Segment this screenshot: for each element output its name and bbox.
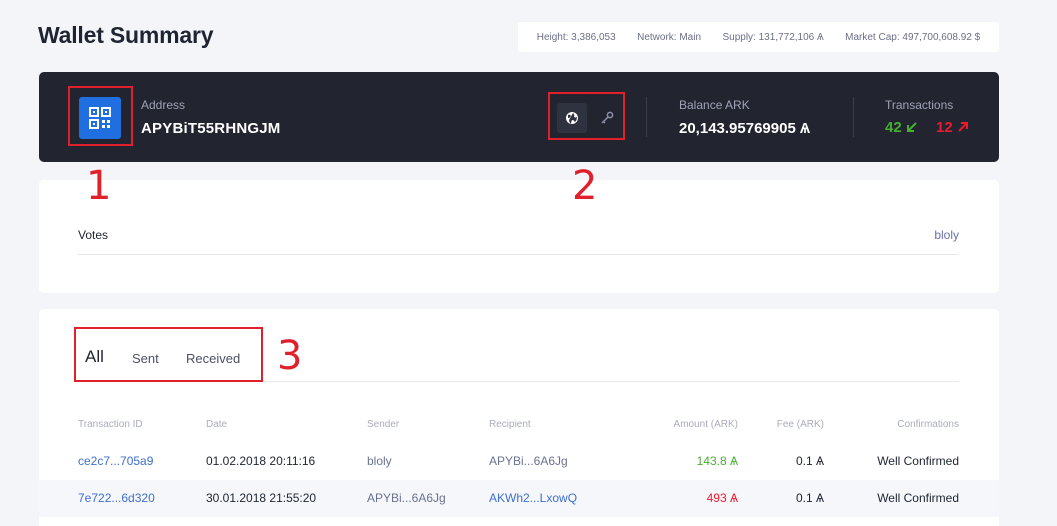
votes-card: Votes bloly [39, 180, 999, 293]
column-header-sender: Sender [367, 419, 400, 430]
column-header-recipient: Recipient [489, 419, 531, 430]
supply-stat: Supply: 131,772,106 Ѧ [722, 31, 824, 43]
divider [78, 254, 959, 255]
transaction-id-link[interactable]: 7e722...6d320 [78, 480, 155, 517]
wallet-summary-card: Address APYBiT55RHNGJM Balance ARK 20,14… [39, 72, 999, 162]
annotation-box-1 [68, 86, 133, 146]
network-stats-bar: Height: 3,386,053 Network: Main Supply: … [518, 22, 999, 52]
wallet-address: APYBiT55RHNGJM [141, 120, 281, 137]
recipient-address[interactable]: APYBi...6A6Jg [489, 443, 568, 480]
column-header-transaction-id: Transaction ID [78, 419, 143, 430]
transaction-date: 30.01.2018 21:55:20 [206, 491, 317, 505]
transaction-id-link[interactable]: ce2c7...705a9 [78, 443, 153, 480]
arrow-up-right-icon [958, 122, 968, 132]
annotation-number-2: 2 [572, 163, 598, 209]
column-header-confirmations: Confirmations [897, 419, 959, 430]
balance-label: Balance ARK [679, 98, 750, 112]
divider [853, 97, 854, 137]
address-label: Address [141, 98, 186, 112]
annotation-number-1: 1 [86, 163, 112, 209]
voted-delegate-link[interactable]: bloly [934, 228, 959, 242]
annotation-box-2 [548, 92, 625, 140]
column-header-date: Date [206, 419, 228, 430]
arrow-down-left-icon [906, 122, 917, 132]
page-title: Wallet Summary [38, 22, 214, 48]
transaction-confirmations: Well Confirmed [877, 491, 959, 505]
sent-count-value: 12 [936, 119, 953, 136]
column-header-fee: Fee (ARK) [776, 419, 824, 430]
transaction-fee: 0.1 Ѧ [795, 491, 824, 505]
transaction-amount: 143.8 Ѧ [696, 454, 738, 468]
received-count[interactable]: 42 [885, 119, 918, 136]
annotation-box-3 [74, 327, 263, 382]
table-row: ce2c7...705a9 01.02.2018 20:11:16 bloly … [39, 443, 999, 480]
network-stat: Network: Main [637, 31, 702, 43]
transaction-date: 01.02.2018 20:11:16 [206, 454, 316, 468]
received-count-value: 42 [885, 119, 902, 136]
column-header-amount: Amount (ARK) [673, 419, 738, 430]
transaction-confirmations: Well Confirmed [877, 454, 959, 468]
table-row: 7e722...6d320 30.01.2018 21:55:20 APYBi.… [39, 480, 999, 517]
annotation-number-3: 3 [277, 333, 303, 379]
recipient-link[interactable]: AKWh2...LxowQ [489, 480, 577, 517]
height-stat: Height: 3,386,053 [536, 31, 616, 43]
divider [646, 97, 647, 137]
balance-value: 20,143.95769905 Ѧ [679, 120, 810, 137]
votes-label: Votes [78, 228, 109, 242]
transaction-fee: 0.1 Ѧ [795, 454, 824, 468]
transaction-amount: 493 Ѧ [706, 491, 738, 505]
sent-count[interactable]: 12 [936, 119, 969, 136]
transactions-label: Transactions [885, 98, 954, 112]
market-cap-stat: Market Cap: 497,700,608.92 $ [845, 31, 981, 43]
sender-link[interactable]: bloly [367, 443, 392, 480]
sender-address[interactable]: APYBi...6A6Jg [367, 480, 446, 517]
